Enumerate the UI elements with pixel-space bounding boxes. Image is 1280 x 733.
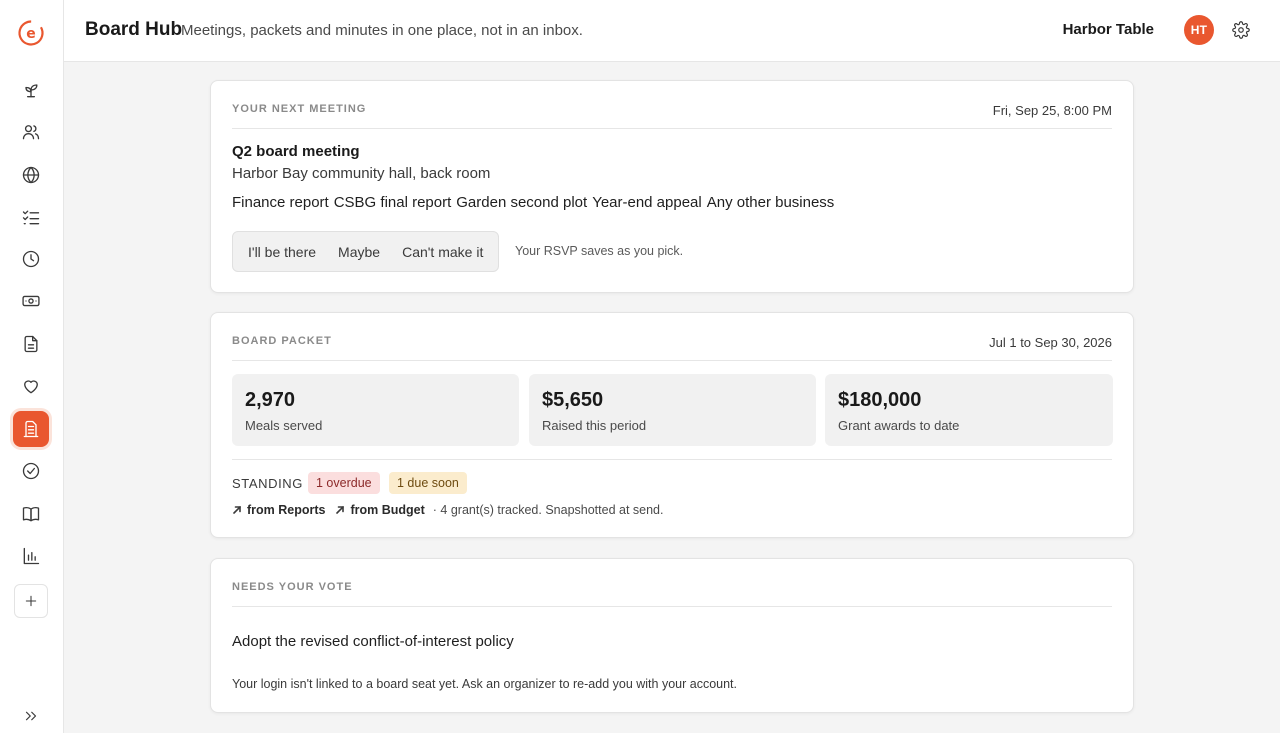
checklist-icon[interactable]	[13, 199, 49, 235]
link-label: from Reports	[247, 503, 326, 517]
check-circle-icon[interactable]	[13, 453, 49, 489]
org-name[interactable]: Harbor Table	[1063, 21, 1154, 38]
from-budget-link[interactable]: from Budget	[335, 503, 425, 517]
rsvp-segmented-control: I'll be there Maybe Can't make it	[232, 231, 500, 272]
rsvp-note: Your RSVP saves as you pick.	[515, 244, 684, 258]
agenda-item: Any other business	[706, 194, 835, 211]
vote-label: NEEDS YOUR VOTE	[232, 581, 353, 593]
top-header: Board Hub Meetings, packets and minutes …	[64, 0, 1280, 62]
divider	[232, 128, 1112, 129]
link-label: from Budget	[350, 503, 425, 517]
clock-icon[interactable]	[13, 241, 49, 277]
meeting-location: Harbor Bay community hall, back room	[232, 165, 491, 182]
stat-label: Grant awards to date	[838, 418, 960, 433]
agenda-list: Finance report CSBG final report Garden …	[232, 194, 834, 211]
banknote-icon[interactable]	[13, 283, 49, 319]
globe-icon[interactable]	[13, 157, 49, 193]
stat-label: Meals served	[245, 418, 323, 433]
divider	[232, 606, 1112, 607]
board-icon[interactable]	[13, 411, 49, 447]
standing-label: STANDING	[232, 476, 304, 491]
stat-meals: 2,970 Meals served	[232, 374, 519, 446]
stat-grants: $180,000 Grant awards to date	[825, 374, 1113, 446]
agenda-item: Finance report	[232, 194, 329, 211]
next-meeting-label: YOUR NEXT MEETING	[232, 103, 367, 115]
rsvp-yes-button[interactable]: I'll be there	[237, 235, 327, 268]
logo-letter: e	[26, 26, 36, 42]
gear-icon[interactable]	[1232, 21, 1252, 41]
meeting-title: Q2 board meeting	[232, 143, 360, 160]
bar-chart-icon[interactable]	[13, 538, 49, 574]
agenda-item: Year-end appeal	[592, 194, 702, 211]
plus-icon	[25, 595, 37, 607]
page-subtitle: Meetings, packets and minutes in one pla…	[181, 22, 583, 39]
arrow-up-right-icon	[336, 506, 345, 514]
sprout-icon[interactable]	[13, 72, 49, 108]
vote-item: Adopt the revised conflict-of-interest p…	[232, 633, 514, 650]
stat-value: $5,650	[542, 389, 604, 411]
divider	[232, 459, 1112, 460]
board-packet-card: BOARD PACKET Jul 1 to Sep 30, 2026 2,970…	[210, 312, 1134, 538]
stat-value: 2,970	[245, 389, 296, 411]
meeting-datetime: Fri, Sep 25, 8:00 PM	[992, 103, 1112, 118]
packet-sources: from Reports from Budget · 4 grant(s) tr…	[232, 503, 663, 517]
add-button[interactable]	[14, 584, 48, 618]
avatar[interactable]: HT	[1184, 15, 1214, 45]
rsvp-no-button[interactable]: Can't make it	[391, 235, 494, 268]
rsvp-maybe-button[interactable]: Maybe	[327, 235, 391, 268]
book-icon[interactable]	[13, 496, 49, 532]
vote-note: Your login isn't linked to a board seat …	[232, 677, 737, 691]
grants-note: · 4 grant(s) tracked. Snapshotted at sen…	[432, 503, 664, 517]
agenda-item: Garden second plot	[456, 194, 588, 211]
overdue-badge: 1 overdue	[308, 472, 380, 494]
due-soon-badge: 1 due soon	[389, 472, 467, 494]
page-title: Board Hub	[85, 19, 183, 40]
users-icon[interactable]	[13, 114, 49, 150]
vote-card: NEEDS YOUR VOTE Adopt the revised confli…	[210, 558, 1134, 713]
from-reports-link[interactable]: from Reports	[232, 503, 325, 517]
divider	[232, 360, 1112, 361]
agenda-item: CSBG final report	[333, 194, 452, 211]
arrow-up-right-icon	[233, 506, 241, 514]
stat-value: $180,000	[838, 389, 922, 411]
board-packet-label: BOARD PACKET	[232, 335, 332, 347]
expand-sidebar-icon[interactable]	[22, 707, 40, 725]
stat-label: Raised this period	[542, 418, 647, 433]
sidebar: e	[0, 0, 64, 733]
next-meeting-card: YOUR NEXT MEETING Fri, Sep 25, 8:00 PM Q…	[210, 80, 1134, 293]
heart-icon[interactable]	[13, 368, 49, 404]
app-logo[interactable]: e	[17, 19, 45, 47]
stat-raised: $5,650 Raised this period	[529, 374, 816, 446]
document-icon[interactable]	[13, 326, 49, 362]
packet-period: Jul 1 to Sep 30, 2026	[989, 335, 1112, 350]
